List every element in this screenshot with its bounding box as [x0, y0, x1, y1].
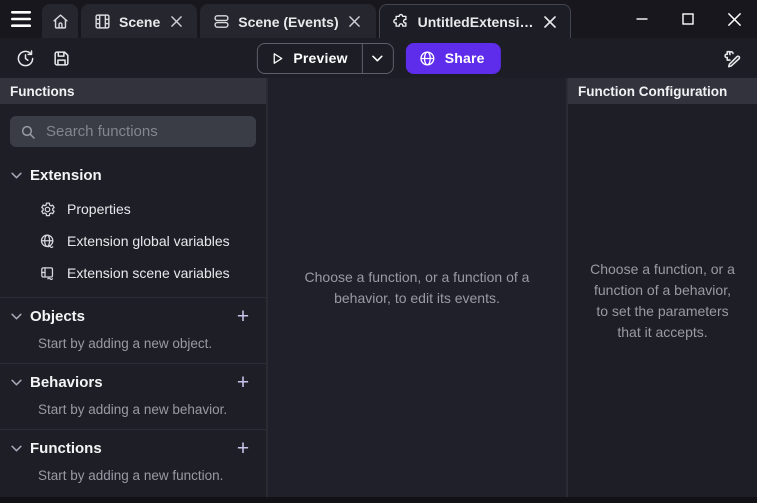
app-window: Scene Scene (Events) UntitledExtensi… [0, 0, 757, 503]
section-behaviors[interactable]: Behaviors + [0, 364, 266, 400]
events-placeholder: Choose a function, or a function of a be… [268, 78, 566, 497]
preview-options-button[interactable] [363, 44, 393, 73]
section-extension[interactable]: Extension [0, 157, 266, 193]
functions-panel-header: Functions [0, 78, 266, 104]
tab-label: Scene (Events) [238, 14, 338, 30]
search-icon [20, 124, 36, 140]
tab-untitled-extension[interactable]: UntitledExtensi… [379, 4, 571, 38]
tree-item-label: Extension global variables [67, 233, 230, 249]
chevron-down-icon [8, 167, 24, 183]
behaviors-empty-text: Start by adding a new behavior. [0, 400, 266, 429]
events-sheet-icon [213, 13, 230, 30]
chevron-down-icon [8, 374, 24, 390]
gear-icon [38, 200, 56, 218]
tab-home[interactable] [42, 4, 78, 38]
history-button[interactable] [10, 43, 40, 73]
objects-empty-text: Start by adding a new object. [0, 334, 266, 363]
search-functions-box[interactable] [10, 116, 256, 147]
chevron-down-icon [8, 308, 24, 324]
function-configuration-header: Function Configuration [568, 78, 757, 104]
preview-split-button: Preview [256, 43, 393, 74]
search-area [0, 104, 266, 157]
tab-scene-events[interactable]: Scene (Events) [200, 4, 375, 38]
section-title: Behaviors [30, 374, 232, 391]
edit-extension-button[interactable] [717, 43, 747, 73]
events-placeholder-message: Choose a function, or a function of a be… [288, 267, 546, 309]
section-objects[interactable]: Objects + [0, 298, 266, 334]
preview-button[interactable]: Preview [257, 44, 361, 73]
tab-label: Scene [119, 14, 160, 30]
main-menu-button[interactable] [0, 0, 42, 38]
events-editor-panel: Choose a function, or a function of a be… [268, 78, 566, 497]
add-function-button[interactable]: + [232, 437, 254, 459]
chevron-down-icon [8, 440, 24, 456]
tree-item-label: Properties [67, 201, 131, 217]
clock-history-icon [16, 49, 35, 68]
chevron-down-icon [372, 55, 383, 62]
tree-item-label: Extension scene variables [67, 265, 230, 281]
tab-bar: Scene Scene (Events) UntitledExtensi… [0, 0, 757, 38]
section-title: Extension [30, 167, 254, 184]
functions-panel: Functions Extension [0, 78, 266, 497]
extension-properties-item[interactable]: Properties [0, 193, 266, 225]
extension-global-variables-item[interactable]: Extension global variables [0, 225, 266, 257]
toolbar-center-group: Preview Share [256, 43, 500, 74]
globe-wave-icon [38, 232, 56, 250]
minimize-button[interactable] [619, 0, 665, 38]
configuration-placeholder-message: Choose a function, or a function of a be… [588, 259, 737, 343]
panel-title: Functions [10, 84, 75, 99]
section-functions[interactable]: Functions + [0, 430, 266, 466]
tab-label: UntitledExtensi… [418, 14, 534, 30]
workspace: Functions Extension [0, 78, 757, 497]
share-button-label: Share [445, 50, 485, 66]
home-icon [52, 13, 69, 30]
preview-button-label: Preview [293, 50, 347, 66]
extension-scene-variables-item[interactable]: Extension scene variables [0, 257, 266, 289]
close-tab-icon[interactable] [542, 14, 558, 30]
add-object-button[interactable]: + [232, 305, 254, 327]
toolbar: Preview Share [0, 38, 757, 78]
film-icon [94, 13, 111, 30]
window-bottom-edge [0, 497, 757, 503]
share-button[interactable]: Share [406, 43, 501, 74]
globe-icon [419, 50, 436, 67]
functions-empty-text: Start by adding a new function. [0, 466, 266, 495]
section-title: Functions [30, 440, 232, 457]
close-tab-icon[interactable] [168, 14, 184, 30]
close-tab-icon[interactable] [347, 14, 363, 30]
panel-title: Function Configuration [578, 84, 727, 99]
edit-extension-icon [722, 48, 743, 69]
scene-variable-icon [38, 264, 56, 282]
toolbar-right-group [717, 43, 747, 73]
function-configuration-panel: Function Configuration Choose a function… [568, 78, 757, 497]
save-button[interactable] [46, 43, 76, 73]
extension-puzzle-icon [392, 13, 410, 31]
window-controls [619, 0, 757, 38]
search-functions-input[interactable] [46, 123, 246, 140]
section-title: Objects [30, 308, 232, 325]
add-behavior-button[interactable]: + [232, 371, 254, 393]
hamburger-icon [11, 11, 31, 27]
tab-scene[interactable]: Scene [81, 4, 197, 38]
close-window-button[interactable] [711, 0, 757, 38]
save-floppy-icon [52, 49, 71, 68]
maximize-button[interactable] [665, 0, 711, 38]
play-icon [269, 51, 284, 66]
configuration-placeholder: Choose a function, or a function of a be… [568, 104, 757, 497]
